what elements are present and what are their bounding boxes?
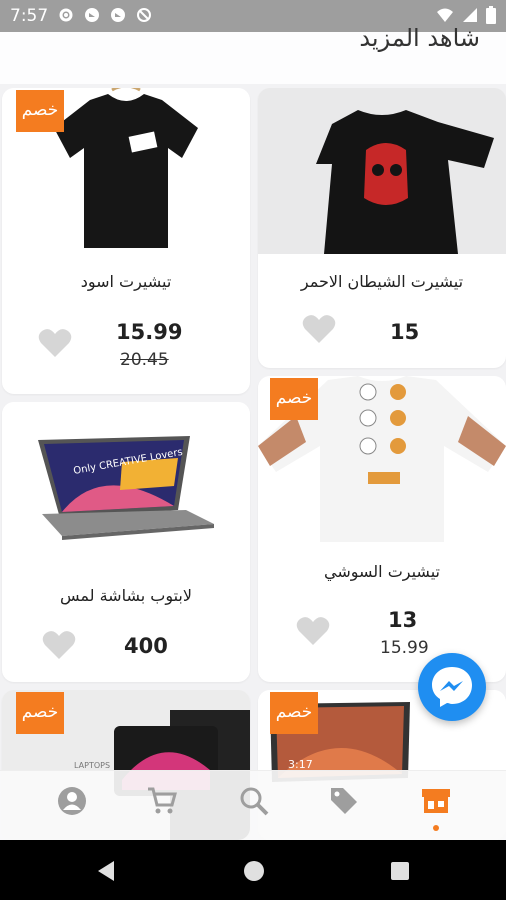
favorite-icon[interactable] [38, 328, 72, 358]
profile-icon[interactable] [56, 785, 88, 817]
home-button[interactable] [243, 860, 265, 886]
product-price: 15 [390, 320, 420, 344]
active-indicator-dot [433, 825, 439, 831]
favorite-icon[interactable] [302, 314, 336, 344]
product-old-price: 20.45 [120, 350, 169, 370]
discount-badge: خصم [270, 378, 318, 420]
battery-icon [486, 6, 496, 28]
do-not-disturb-icon [136, 7, 152, 23]
notification-icon-2 [110, 7, 126, 23]
product-card-black-tshirt[interactable]: خصم تيشيرت اسود 15.99 20.45 [2, 88, 250, 394]
recents-button[interactable] [390, 861, 410, 885]
product-card-sushi-tshirt[interactable]: خصم تيشيرت السوشي 13 15.99 [258, 376, 506, 682]
messenger-chat-button[interactable] [418, 653, 486, 721]
product-name: تيشيرت السوشي [324, 562, 440, 581]
status-time: 7:57 [10, 6, 49, 26]
favorite-icon[interactable] [42, 630, 76, 660]
image-caption: LAPTOPS [74, 761, 110, 770]
bottom-navigation [0, 770, 506, 841]
discount-badge: خصم [16, 692, 64, 734]
product-name: تيشيرت الشيطان الاحمر [300, 272, 464, 291]
settings-icon [58, 7, 74, 23]
messenger-icon [432, 667, 472, 707]
discount-badge: خصم [270, 692, 318, 734]
product-price: 15.99 [116, 320, 183, 344]
product-card-touch-laptop[interactable]: Only CREATIVE Lovers لابتوب بشاشة لمس 40… [2, 402, 250, 682]
search-icon[interactable] [238, 785, 270, 817]
page-title: شاهد المزيد [359, 24, 480, 52]
product-name: لابتوب بشاشة لمس [59, 586, 192, 605]
notification-icon-1 [84, 7, 100, 23]
product-image [258, 88, 506, 254]
product-price: 400 [124, 634, 168, 658]
product-price: 13 [388, 608, 418, 632]
cart-icon[interactable] [146, 785, 178, 817]
page-header: شاهد المزيد [0, 24, 506, 84]
store-icon[interactable] [420, 785, 452, 817]
back-button[interactable] [96, 860, 116, 886]
discount-badge: خصم [16, 90, 64, 132]
product-card-red-devil-tshirt[interactable]: تيشيرت الشيطان الاحمر 15 [258, 88, 506, 368]
product-image: Only CREATIVE Lovers [2, 402, 250, 568]
product-name: تيشيرت اسود [80, 272, 172, 291]
tag-icon[interactable] [328, 785, 360, 817]
system-navigation-bar [0, 840, 506, 900]
favorite-icon[interactable] [296, 616, 330, 646]
